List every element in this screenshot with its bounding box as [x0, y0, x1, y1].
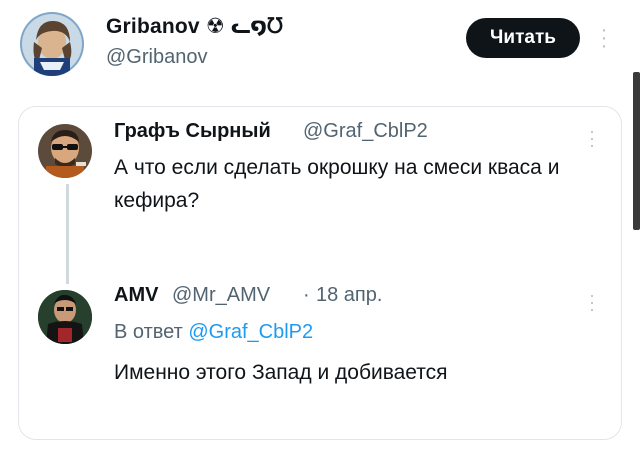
tweet1-text: А что если сделать окрошку на смеси квас… — [114, 156, 560, 212]
tweet2-text: Именно этого Запад и добивается — [114, 361, 448, 384]
more-vertical-icon[interactable]: · · · — [587, 122, 597, 154]
reply-to-line: В ответ @Graf_CblP2 — [114, 321, 313, 344]
separator-dot: · — [303, 284, 310, 306]
tweet1-handle[interactable]: @Graf_CblP2 — [303, 120, 428, 143]
reply-prefix: В ответ — [114, 321, 183, 343]
author-avatar[interactable] — [20, 12, 84, 76]
tweet1-author[interactable]: Графъ Сырный — [114, 120, 271, 143]
tweet-header: Gribanov ☢ ᓚ໑ᘮ @Gribanov Читать · · · — [0, 0, 640, 90]
reply-mention-link[interactable]: @Graf_CblP2 — [188, 321, 313, 343]
tweet2-handle[interactable]: @Mr_AMV — [172, 284, 270, 307]
tweet2-date[interactable]: 18 апр. — [316, 284, 382, 307]
thread-connector-line — [66, 184, 69, 284]
scrollbar[interactable] — [633, 72, 640, 230]
follow-button[interactable]: Читать — [466, 18, 580, 58]
author-display-name[interactable]: Gribanov ☢ ᓚ໑ᘮ — [106, 14, 283, 39]
tweet2-avatar[interactable] — [38, 290, 92, 344]
tweet2-author[interactable]: AMV — [114, 284, 158, 307]
more-vertical-icon[interactable]: · · · — [599, 20, 609, 56]
author-handle[interactable]: @Gribanov — [106, 46, 207, 69]
tweet1-avatar[interactable] — [38, 124, 92, 178]
more-vertical-icon[interactable]: · · · — [587, 286, 597, 318]
